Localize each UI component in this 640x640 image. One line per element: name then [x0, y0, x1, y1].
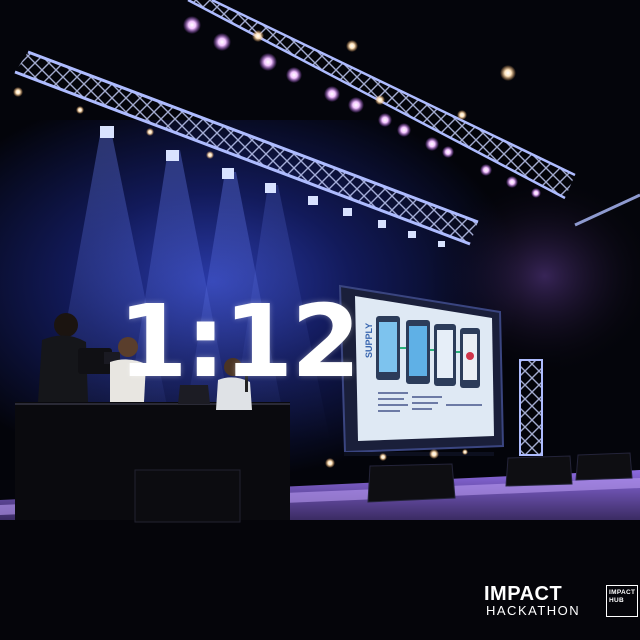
- countdown-timer: 1:12: [118, 283, 361, 400]
- hub-logo-line2: HUB: [609, 597, 624, 604]
- hub-logo-line1: IMPACT: [609, 589, 636, 596]
- impact-hub-logo: IMPACT HUB: [606, 585, 638, 617]
- slide-side-label: SUPPLY: [364, 323, 374, 358]
- projection-screen: [338, 284, 505, 456]
- event-logo-title: IMPACT: [484, 583, 563, 605]
- event-logo-subtitle: HACKATHON: [486, 603, 581, 618]
